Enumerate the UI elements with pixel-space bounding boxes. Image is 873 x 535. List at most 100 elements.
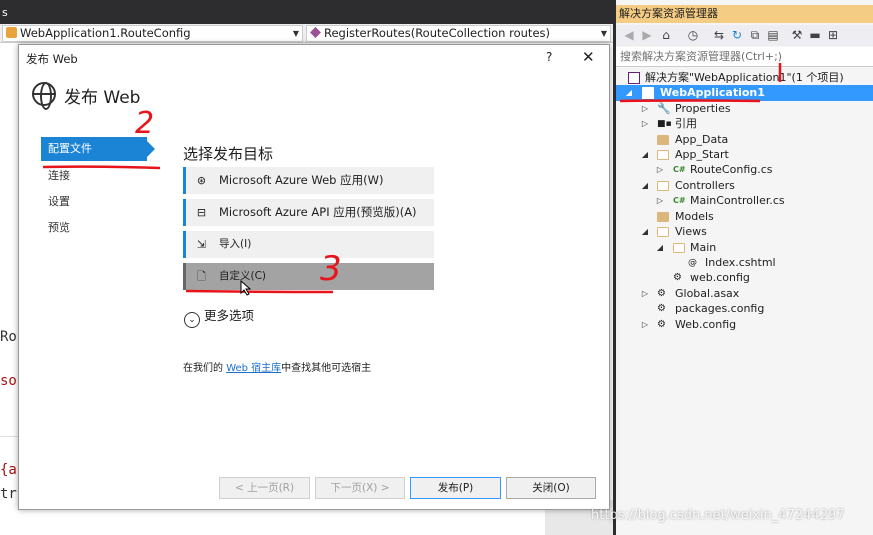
- code-fragment: {a: [0, 462, 17, 478]
- collapsed-icon[interactable]: ▷: [640, 286, 650, 301]
- more-options-toggle[interactable]: ⌄ 更多选项: [184, 305, 254, 328]
- expanded-icon[interactable]: ◢: [624, 85, 634, 100]
- close-button[interactable]: 关闭(O): [506, 477, 596, 499]
- target-import[interactable]: ⇲ 导入(I): [183, 231, 434, 258]
- config-file-icon: ⚙: [657, 303, 666, 314]
- tree-item-views-web-config[interactable]: ⚙ web.config: [616, 270, 873, 285]
- code-fragment: Ro: [0, 329, 17, 345]
- solution-explorer-search[interactable]: 搜索解决方案资源管理器(Ctrl+;): [616, 47, 873, 67]
- class-dropdown-value: WebApplication1.RouteConfig: [20, 26, 191, 40]
- collapsed-icon[interactable]: ▷: [640, 101, 650, 116]
- tree-item-index-cshtml[interactable]: @ Index.cshtml: [616, 255, 873, 270]
- expanded-icon[interactable]: ◢: [640, 147, 650, 162]
- preview-icon[interactable]: ▬: [808, 28, 822, 42]
- tree-item-maincontroller[interactable]: ▷ C# MainController.cs: [616, 193, 873, 208]
- forward-icon[interactable]: ▶: [640, 28, 654, 42]
- target-label: Microsoft Azure API 应用(预览版)(A): [219, 205, 417, 219]
- tree-item-packages-config[interactable]: ⚙ packages.config: [616, 301, 873, 316]
- step-connection[interactable]: 连接: [41, 164, 153, 188]
- previous-button[interactable]: < 上一页(R): [219, 477, 310, 499]
- target-label: 自定义(C): [219, 270, 267, 282]
- tree-item-label: Views: [675, 225, 707, 238]
- collapse-all-icon[interactable]: ⧉: [748, 28, 762, 42]
- method-icon: [310, 27, 321, 38]
- chevron-down-icon: ▼: [292, 29, 299, 38]
- tree-item-label: App_Data: [675, 133, 729, 146]
- host-gallery-text: 在我们的 Web 宿主库中查找其他可选宿主: [183, 359, 371, 374]
- refresh-icon[interactable]: ↻: [730, 28, 744, 42]
- tree-item-main-folder[interactable]: ◢ Main: [616, 240, 873, 255]
- tree-item-webapplication1[interactable]: ◢ WebApplication1: [616, 85, 873, 100]
- watermark: https://blog.csdn.net/weixin_47244297: [591, 508, 845, 523]
- solution-explorer: 解决方案资源管理器 ◀ ▶ ⌂ ◷ ⇆ ↻ ⧉ ▤ ⚒ ▬ ⊞ 搜索解决方案资源…: [613, 0, 873, 535]
- document-icon: 🗋: [197, 270, 206, 283]
- folder-open-icon: [657, 227, 669, 237]
- collapsed-icon[interactable]: ▷: [640, 317, 650, 332]
- show-all-files-icon[interactable]: ▤: [766, 28, 780, 42]
- tree-item-label: Controllers: [675, 179, 735, 192]
- step-settings[interactable]: 设置: [41, 190, 153, 214]
- tree-item-references[interactable]: ▷ ■▪ 引用: [616, 116, 873, 131]
- step-profile[interactable]: 配置文件: [41, 137, 155, 161]
- target-azure-web-app[interactable]: ⊛ Microsoft Azure Web 应用(W): [183, 167, 434, 194]
- target-label: Microsoft Azure Web 应用(W): [219, 173, 384, 187]
- wrench-icon: 🔧: [657, 102, 671, 115]
- more-options-label: 更多选项: [204, 308, 255, 323]
- collapsed-icon[interactable]: ▷: [655, 162, 665, 177]
- tree-item-label: Global.asax: [675, 287, 740, 300]
- solution-explorer-title[interactable]: 解决方案资源管理器: [616, 5, 873, 23]
- tree-item-label: 引用: [675, 117, 697, 130]
- tree-item-views[interactable]: ◢ Views: [616, 224, 873, 239]
- csharp-file-icon: C#: [673, 196, 686, 205]
- close-icon[interactable]: ✕: [582, 48, 595, 66]
- tree-item-routeconfig[interactable]: ▷ C# RouteConfig.cs: [616, 162, 873, 177]
- global-file-icon: ⚙: [657, 288, 666, 299]
- class-dropdown[interactable]: WebApplication1.RouteConfig ▼: [2, 25, 303, 42]
- tree-item-models[interactable]: Models: [616, 209, 873, 224]
- publish-button[interactable]: 发布(P): [410, 477, 501, 499]
- folder-open-icon: [657, 181, 669, 191]
- method-dropdown[interactable]: RegisterRoutes(RouteCollection routes) ▼: [306, 25, 611, 42]
- web-host-gallery-link[interactable]: Web 宿主库: [226, 363, 281, 374]
- class-diagram-icon[interactable]: ⊞: [826, 28, 840, 42]
- expanded-icon[interactable]: ◢: [640, 178, 650, 193]
- host-suffix: 中查找其他可选宿主: [281, 363, 372, 374]
- tree-item-label: Models: [675, 210, 714, 223]
- back-icon[interactable]: ◀: [622, 28, 636, 42]
- tree-item-properties[interactable]: ▷ 🔧 Properties: [616, 101, 873, 116]
- api-icon: ⊟: [196, 206, 207, 219]
- wrench-icon[interactable]: ⚒: [790, 28, 804, 42]
- folder-icon: [657, 212, 669, 222]
- next-button[interactable]: 下一页(X) >: [315, 477, 405, 499]
- config-file-icon: ⚙: [673, 272, 682, 283]
- sync-icon[interactable]: ⇆: [712, 28, 726, 42]
- home-icon[interactable]: ⌂: [659, 28, 673, 42]
- help-button[interactable]: ?: [546, 50, 552, 64]
- tree-item-label: Main: [690, 241, 717, 254]
- tree-item-label: Web.config: [675, 318, 737, 331]
- tree-item-app-start[interactable]: ◢ App_Start: [616, 147, 873, 162]
- expanded-icon[interactable]: ◢: [640, 224, 650, 239]
- collapsed-icon[interactable]: ▷: [640, 116, 650, 131]
- folder-icon: [657, 135, 669, 145]
- tree-item-app-data[interactable]: App_Data: [616, 132, 873, 147]
- expanded-icon[interactable]: ◢: [655, 240, 665, 255]
- csharp-file-icon: C#: [673, 165, 686, 174]
- method-dropdown-value: RegisterRoutes(RouteCollection routes): [324, 26, 550, 40]
- collapsed-icon[interactable]: ▷: [655, 193, 665, 208]
- globe-icon: [32, 82, 56, 110]
- tree-item-global-asax[interactable]: ▷ ⚙ Global.asax: [616, 286, 873, 301]
- target-azure-api-app[interactable]: ⊟ Microsoft Azure API 应用(预览版)(A): [183, 199, 434, 226]
- target-custom[interactable]: 🗋 自定义(C): [183, 263, 434, 290]
- dialog-titlebar[interactable]: 发布 Web ? ✕: [19, 45, 609, 71]
- tree-item-solution[interactable]: 解决方案"WebApplication1"(1 个项目): [616, 70, 873, 85]
- tree-item-web-config[interactable]: ▷ ⚙ Web.config: [616, 317, 873, 332]
- publish-target-heading: 选择发布目标: [183, 145, 274, 163]
- tree-item-controllers[interactable]: ◢ Controllers: [616, 178, 873, 193]
- editor-tab-fragment[interactable]: s: [2, 6, 8, 19]
- dialog-heading: 发布 Web: [64, 88, 141, 108]
- history-icon[interactable]: ◷: [686, 28, 700, 42]
- chevron-down-icon: ⌄: [184, 312, 200, 328]
- code-fragment: so: [0, 373, 17, 389]
- step-preview[interactable]: 预览: [41, 216, 153, 240]
